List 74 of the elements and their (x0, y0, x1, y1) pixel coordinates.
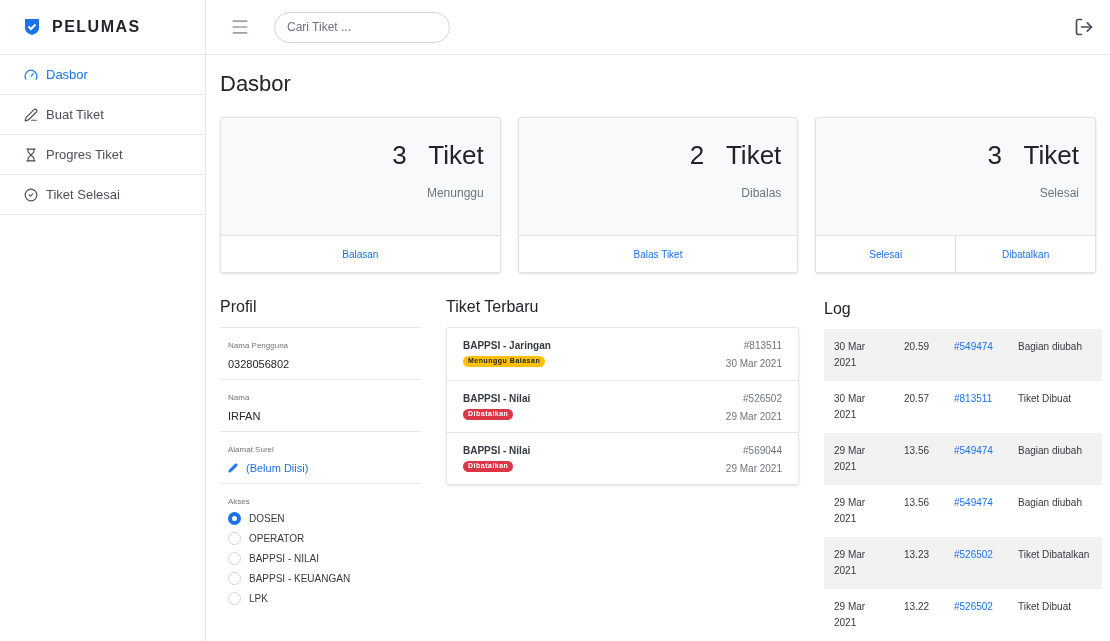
log-event: Tiket Dibatalkan (1018, 548, 1090, 562)
section-title: Tiket Terbaru (446, 297, 540, 317)
log-time: 13.23 (904, 548, 931, 562)
ticket-link[interactable]: #549474 (954, 339, 1018, 355)
log-date: 29 Mar 2021 (834, 496, 867, 526)
ticket-title: BAPPSI - Jaringan (463, 339, 551, 353)
log-date: 29 Mar 2021 (834, 548, 867, 578)
ticket-link[interactable]: #549474 (954, 495, 1018, 511)
pen-icon (24, 107, 38, 122)
log-time: 13.22 (904, 600, 931, 614)
log-time: 20.57 (904, 392, 931, 406)
radio-label: OPERATOR (249, 531, 305, 546)
ticket-link[interactable]: #813511 (954, 391, 1018, 407)
card-action-link[interactable]: Balas Tiket (518, 236, 798, 272)
section-title: Profil (220, 295, 421, 328)
search-field[interactable]: Cari Tiket ... (274, 11, 450, 43)
sidebar-item[interactable]: Progres Tiket (0, 135, 205, 175)
ticket-number: #569044 (743, 444, 782, 458)
pencil-icon (228, 463, 238, 474)
ticket-date: 29 Mar 2021 (725, 410, 782, 424)
gauge-icon (24, 67, 38, 82)
stat-count: 3 Tiket (987, 142, 1079, 168)
radio-label: LPK (249, 591, 268, 606)
check-circle-icon (24, 187, 38, 202)
ticket-title: BAPPSI - Nilai (463, 444, 531, 458)
ticket-link[interactable]: #526502 (954, 599, 1018, 615)
hourglass-icon (24, 147, 38, 162)
log-time: 13.56 (904, 496, 931, 510)
log-date: 30 Mar 2021 (834, 340, 867, 370)
field-value: 0328056802 (228, 357, 291, 372)
log-time: 20.59 (904, 340, 931, 354)
edit-link[interactable]: (Belum Diisi) (228, 460, 413, 477)
log-date: 29 Mar 2021 (834, 600, 867, 630)
stat-count: 3 Tiket (392, 142, 484, 168)
log-time: 13.56 (904, 444, 931, 458)
sidebar-item[interactable]: Tiket Selesai (0, 175, 205, 215)
log-event: Bagian diubah (1018, 496, 1083, 510)
radio-label: DOSEN (249, 511, 285, 526)
brand-name: PELUMAS (52, 17, 141, 37)
log-event: Bagian diubah (1018, 340, 1083, 354)
field-label: Alamat Surel (228, 444, 275, 456)
ticket-link[interactable]: #549474 (954, 443, 1018, 459)
log-date: 30 Mar 2021 (834, 392, 867, 422)
ticket-date: 29 Mar 2021 (725, 462, 782, 476)
log-date: 29 Mar 2021 (834, 444, 867, 474)
log-event: Tiket Dibuat (1018, 600, 1072, 614)
log-event: Bagian diubah (1018, 444, 1083, 458)
stat-caption: Selesai (1039, 185, 1079, 202)
shield-icon (24, 18, 40, 36)
ticket-number: #813511 (743, 339, 782, 353)
card-action-link[interactable]: Selesai (816, 236, 956, 272)
stat-caption: Dibalas (741, 185, 782, 202)
radio-label: BAPPSI - NILAI (249, 551, 320, 566)
ticket-date: 30 Mar 2021 (725, 357, 782, 371)
section-title: Log (824, 299, 852, 319)
field-label: Nama (228, 392, 251, 404)
ticket-link[interactable]: #526502 (954, 547, 1018, 563)
card-action-link[interactable]: Balasan (221, 236, 500, 272)
ticket-title: BAPPSI - Nilai (463, 392, 531, 406)
radio-button[interactable] (228, 511, 241, 525)
log-event: Tiket Dibuat (1018, 392, 1072, 406)
field-label: Akses (228, 496, 251, 508)
field-label: Nama Pengguna (228, 340, 290, 352)
card-action-link[interactable]: Dibatalkan (955, 236, 1095, 272)
sidebar-item[interactable]: Buat Tiket (0, 95, 205, 135)
page-title: Dasbor (220, 70, 292, 98)
radio-label: BAPPSI - KEUANGAN (249, 571, 351, 586)
ticket-number: #526502 (743, 392, 782, 406)
menu-button[interactable] (230, 17, 250, 37)
field-value: IRFAN (228, 409, 262, 424)
sidebar-item[interactable]: Dasbor (0, 55, 205, 95)
stat-count: 2 Tiket (689, 142, 782, 168)
stat-caption: Menunggu (426, 185, 484, 202)
logout-button[interactable] (1074, 17, 1094, 37)
